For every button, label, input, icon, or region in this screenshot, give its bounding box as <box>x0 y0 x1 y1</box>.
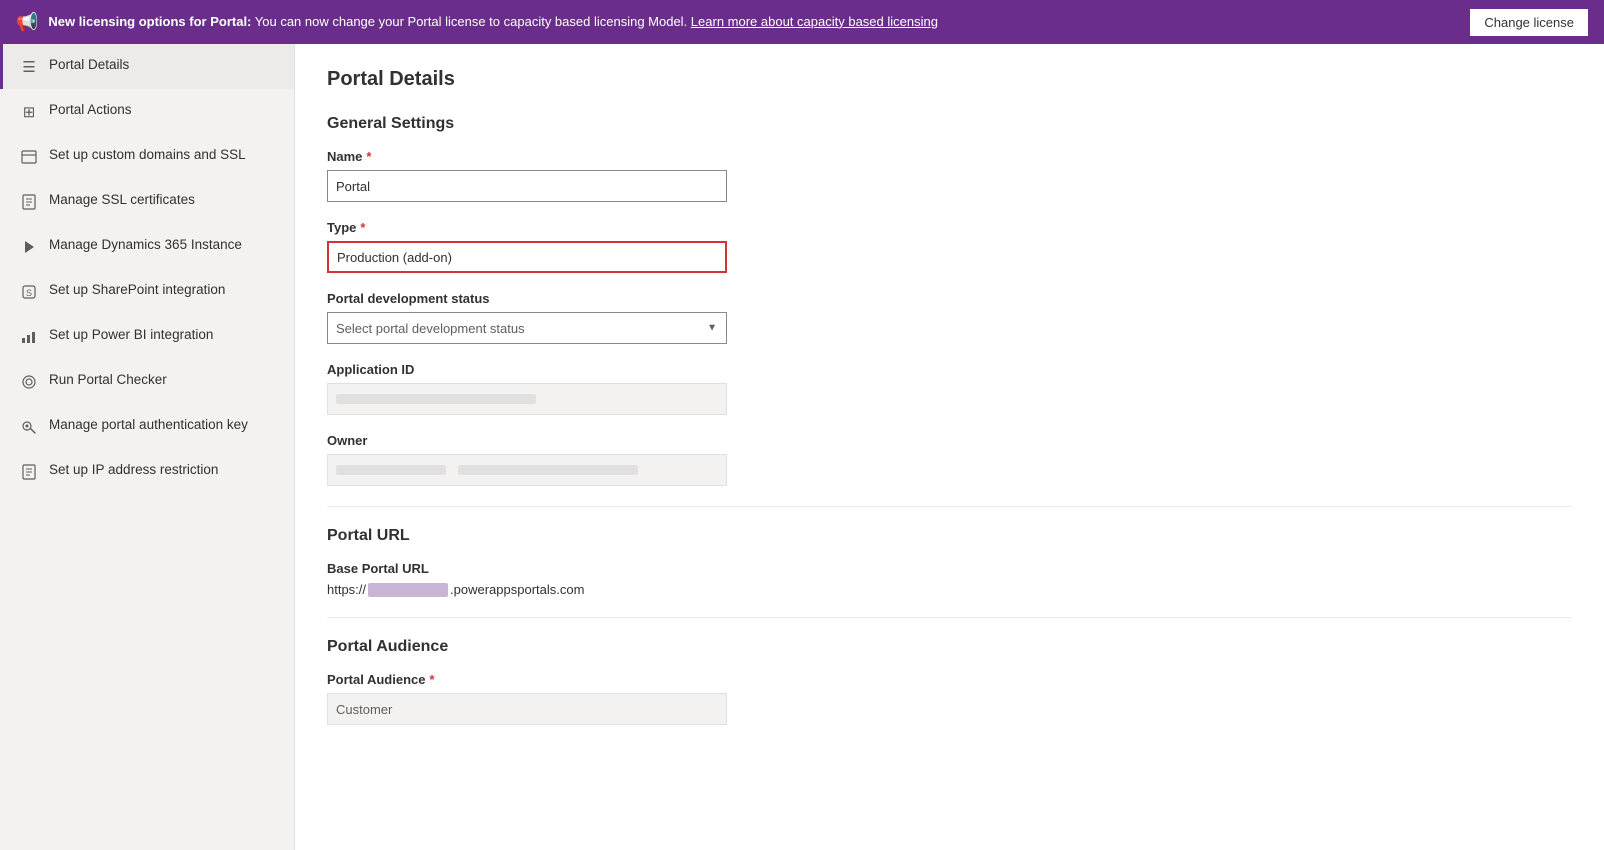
name-field-group: Name * <box>327 149 1572 202</box>
name-input[interactable] <box>327 170 727 202</box>
ssl-certs-icon <box>19 192 39 212</box>
auth-key-icon <box>19 417 39 437</box>
portal-checker-icon <box>19 372 39 392</box>
owner-value <box>327 454 727 486</box>
sidebar-item-power-bi[interactable]: Set up Power BI integration <box>0 314 294 359</box>
portal-actions-icon: ⊞ <box>19 102 39 122</box>
portal-details-icon: ☰ <box>19 57 39 77</box>
owner-field-group: Owner <box>327 433 1572 486</box>
sidebar-item-portal-checker-label: Run Portal Checker <box>49 371 167 390</box>
power-bi-icon <box>19 327 39 347</box>
name-label: Name * <box>327 149 1572 164</box>
sidebar-item-auth-key[interactable]: Manage portal authentication key <box>0 404 294 449</box>
app-layout: ☰ Portal Details ⊞ Portal Actions Set up… <box>0 44 1604 850</box>
sharepoint-icon: S <box>19 282 39 302</box>
app-id-label: Application ID <box>327 362 1572 377</box>
portal-audience-label: Portal Audience * <box>327 672 1572 687</box>
url-prefix: https:// <box>327 582 366 597</box>
owner-skeleton-2 <box>458 465 638 475</box>
sidebar-item-portal-actions[interactable]: ⊞ Portal Actions <box>0 89 294 134</box>
portal-dev-status-label: Portal development status <box>327 291 1572 306</box>
app-id-value <box>327 383 727 415</box>
portal-audience-input[interactable] <box>327 693 727 725</box>
portal-audience-field-group: Portal Audience * <box>327 672 1572 725</box>
portal-dev-status-select[interactable]: Select portal development status <box>327 312 727 344</box>
ip-restriction-icon <box>19 462 39 482</box>
sidebar: ☰ Portal Details ⊞ Portal Actions Set up… <box>0 44 295 850</box>
sidebar-item-ssl-certs-label: Manage SSL certificates <box>49 191 195 210</box>
url-suffix: .powerappsportals.com <box>450 582 584 597</box>
dynamics-instance-icon <box>19 237 39 257</box>
sidebar-item-power-bi-label: Set up Power BI integration <box>49 326 213 345</box>
type-input[interactable] <box>327 241 727 273</box>
change-license-button[interactable]: Change license <box>1470 9 1588 36</box>
banner-icon: 📢 <box>16 12 38 33</box>
divider-2 <box>327 617 1572 618</box>
type-required-star: * <box>360 220 365 235</box>
general-settings-title: General Settings <box>327 115 1572 133</box>
portal-dev-status-field-group: Portal development status Select portal … <box>327 291 1572 344</box>
type-label: Type * <box>327 220 1572 235</box>
banner-body-text: You can now change your Portal license t… <box>255 14 691 29</box>
sidebar-item-ip-restriction-label: Set up IP address restriction <box>49 461 218 480</box>
sidebar-item-sharepoint[interactable]: S Set up SharePoint integration <box>0 269 294 314</box>
portal-audience-title: Portal Audience <box>327 638 1572 656</box>
name-required-star: * <box>366 149 371 164</box>
banner-learn-more-link[interactable]: Learn more about capacity based licensin… <box>691 14 938 29</box>
base-url-value: https:// .powerappsportals.com <box>327 582 1572 597</box>
sidebar-item-auth-key-label: Manage portal authentication key <box>49 416 248 435</box>
svg-text:S: S <box>26 288 32 298</box>
banner-bold-text: New licensing options for Portal: <box>48 14 251 29</box>
licensing-banner: 📢 New licensing options for Portal: You … <box>0 0 1604 44</box>
sidebar-item-portal-details[interactable]: ☰ Portal Details <box>0 44 294 89</box>
sidebar-item-portal-details-label: Portal Details <box>49 56 129 75</box>
portal-url-title: Portal URL <box>327 527 1572 545</box>
sidebar-item-portal-actions-label: Portal Actions <box>49 101 132 120</box>
portal-dev-status-select-wrapper: Select portal development status ▼ <box>327 312 727 344</box>
url-redacted-part <box>368 583 448 597</box>
sidebar-item-portal-checker[interactable]: Run Portal Checker <box>0 359 294 404</box>
sidebar-item-custom-domains[interactable]: Set up custom domains and SSL <box>0 134 294 179</box>
portal-audience-required-star: * <box>429 672 434 687</box>
owner-skeleton-1 <box>336 465 446 475</box>
base-url-label: Base Portal URL <box>327 561 1572 576</box>
app-id-skeleton <box>336 394 536 404</box>
sidebar-item-dynamics-instance[interactable]: Manage Dynamics 365 Instance <box>0 224 294 269</box>
main-content: Portal Details General Settings Name * T… <box>295 44 1604 850</box>
page-title: Portal Details <box>327 68 1572 91</box>
divider-1 <box>327 506 1572 507</box>
sidebar-item-sharepoint-label: Set up SharePoint integration <box>49 281 225 300</box>
owner-label: Owner <box>327 433 1572 448</box>
custom-domains-icon <box>19 147 39 167</box>
banner-text: New licensing options for Portal: You ca… <box>48 13 1460 31</box>
sidebar-item-ip-restriction[interactable]: Set up IP address restriction <box>0 449 294 494</box>
app-id-field-group: Application ID <box>327 362 1572 415</box>
sidebar-item-dynamics-instance-label: Manage Dynamics 365 Instance <box>49 236 242 255</box>
sidebar-item-custom-domains-label: Set up custom domains and SSL <box>49 146 246 165</box>
sidebar-item-ssl-certs[interactable]: Manage SSL certificates <box>0 179 294 224</box>
base-url-field-group: Base Portal URL https:// .powerappsporta… <box>327 561 1572 597</box>
type-field-group: Type * <box>327 220 1572 273</box>
